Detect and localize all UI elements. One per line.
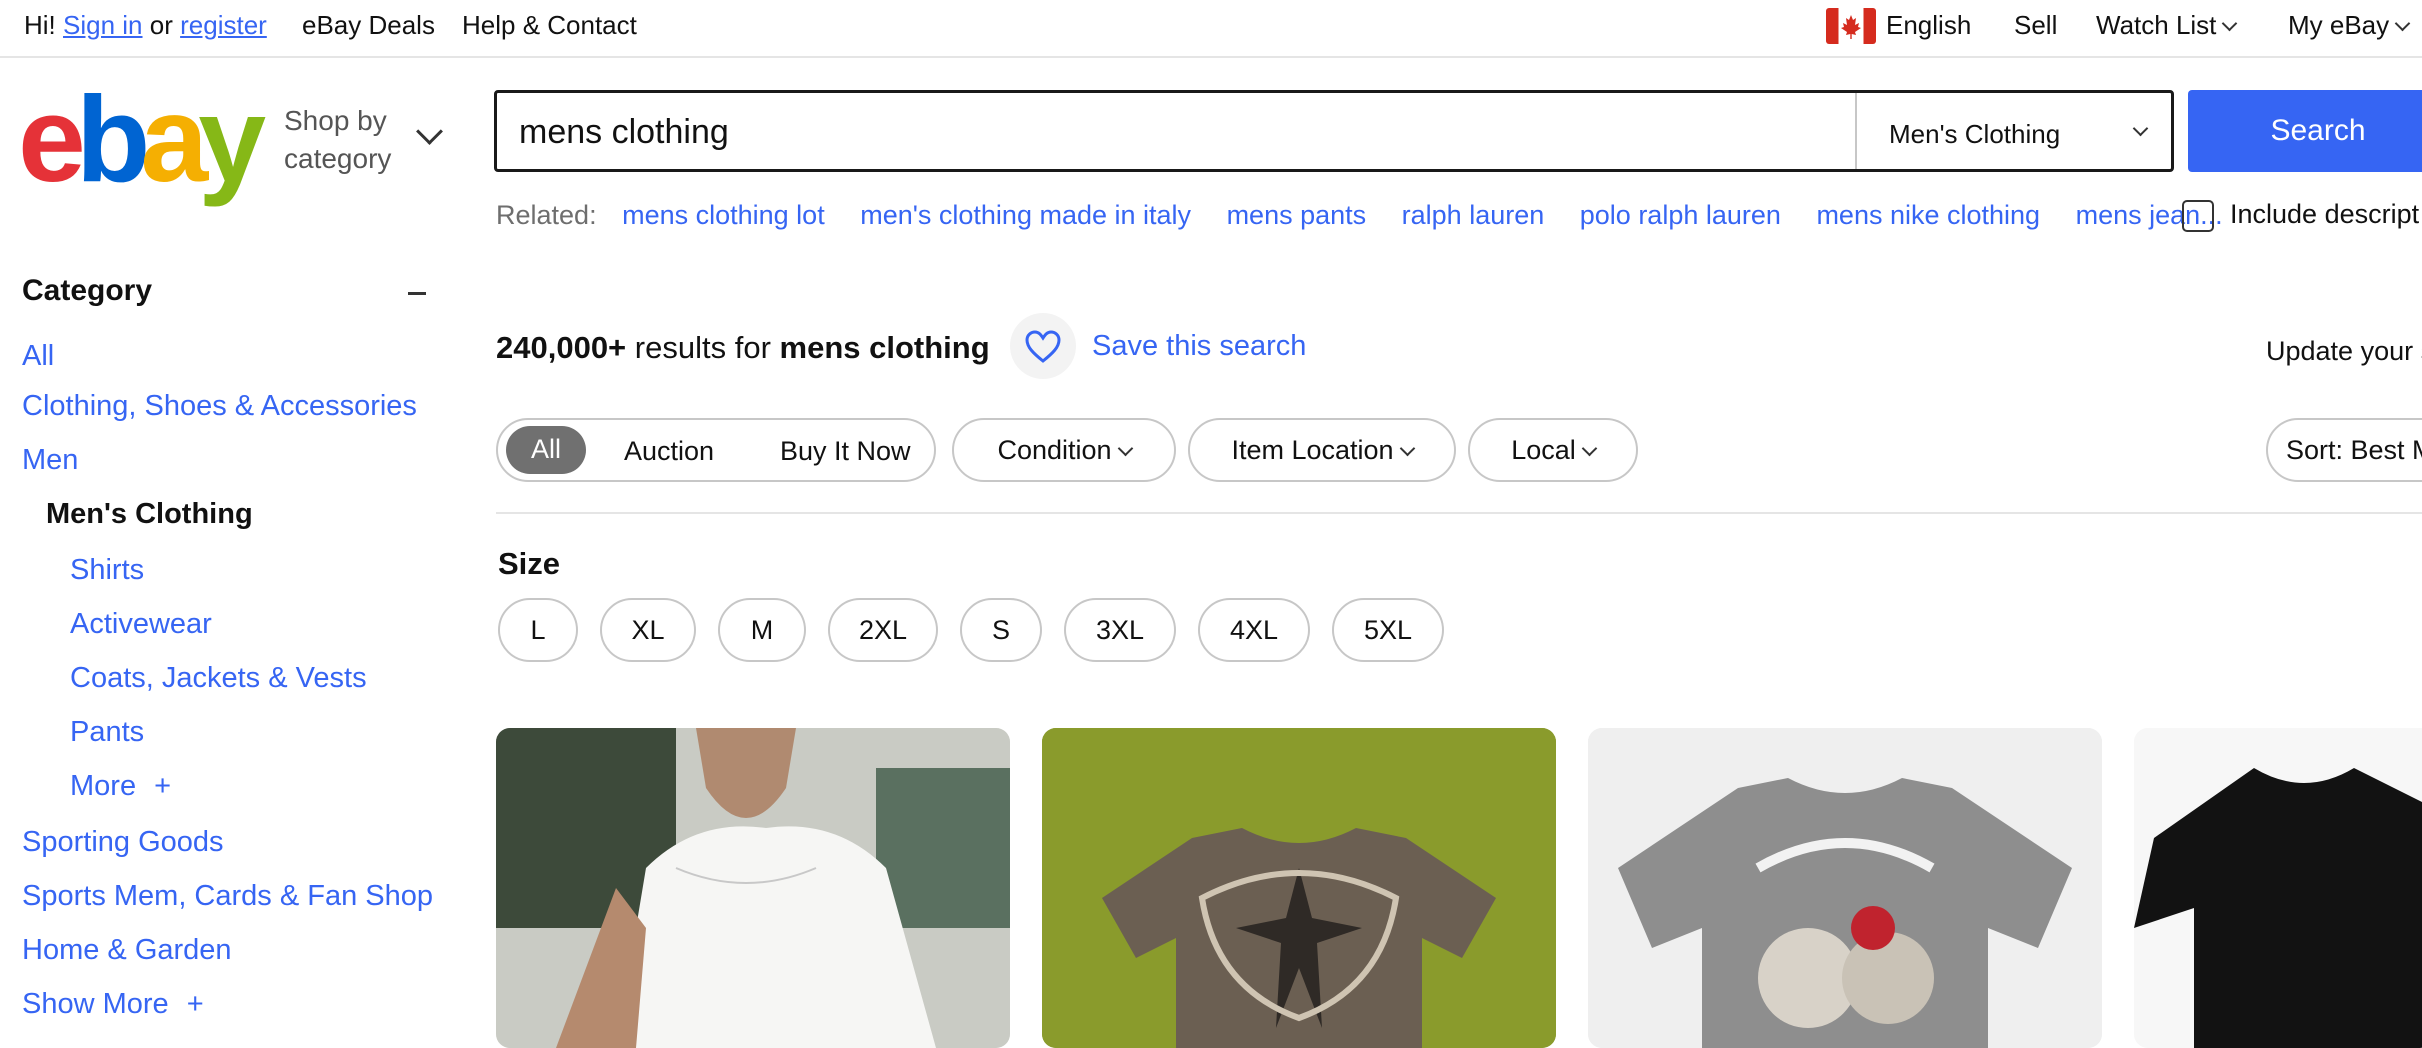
sidebar-item-clothing-shoes-accessories[interactable]: Clothing, Shoes & Accessories <box>22 390 417 423</box>
chevron-down-icon <box>1581 440 1598 457</box>
language-selector[interactable]: English <box>1886 10 1971 41</box>
category-heading: Category <box>22 274 153 307</box>
related-link[interactable]: mens nike clothing <box>1816 200 2040 230</box>
chevron-down-icon[interactable] <box>416 118 443 145</box>
related-link[interactable]: polo ralph lauren <box>1580 200 1781 230</box>
watch-list-menu[interactable]: Watch List <box>2096 10 2238 41</box>
more-label: More <box>70 770 137 802</box>
chevron-down-icon <box>2222 15 2238 32</box>
sell-link[interactable]: Sell <box>2014 10 2057 41</box>
my-ebay-label: My eBay <box>2288 10 2390 40</box>
size-option[interactable]: L <box>498 598 578 662</box>
greeting: Hi! Sign in or register <box>24 10 267 41</box>
filters-divider <box>496 512 2422 514</box>
sign-in-link[interactable]: Sign in <box>63 10 143 40</box>
size-option[interactable]: M <box>718 598 806 662</box>
sidebar-show-more[interactable]: Show More + <box>22 988 204 1021</box>
chevron-down-icon <box>1117 440 1133 457</box>
condition-dropdown[interactable]: Condition <box>952 418 1176 482</box>
sort-dropdown[interactable]: Sort: Best M <box>2266 418 2422 482</box>
help-contact-link[interactable]: Help & Contact <box>462 10 637 41</box>
product-image-sullen-tshirt[interactable] <box>1588 728 2102 1048</box>
logo-letter: b <box>75 71 150 207</box>
category-label: category <box>284 143 392 174</box>
sidebar-item-shirts[interactable]: Shirts <box>70 554 144 587</box>
category-select-value: Men's Clothing <box>1889 119 2061 149</box>
sidebar-item-mens-clothing: Men's Clothing <box>46 498 253 530</box>
related-link[interactable]: mens clothing lot <box>622 200 825 230</box>
result-number: 240,000+ <box>496 330 627 365</box>
sidebar-item-coats-jackets-vests[interactable]: Coats, Jackets & Vests <box>70 662 367 695</box>
related-searches: Related: mens clothing lot men's clothin… <box>496 200 2251 231</box>
related-label: Related: <box>496 200 597 230</box>
logo-letter: e <box>18 71 86 207</box>
shop-by-category-button[interactable]: Shop by category <box>284 102 391 178</box>
sidebar-item-sporting-goods[interactable]: Sporting Goods <box>22 826 224 859</box>
related-link[interactable]: mens pants <box>1227 200 1367 230</box>
size-option[interactable]: S <box>960 598 1042 662</box>
collapse-icon[interactable] <box>408 292 426 295</box>
category-select[interactable]: Men's Clothing <box>1855 93 2171 169</box>
results-count: 240,000+ results for mens clothing <box>496 330 990 366</box>
filter-all[interactable]: All <box>506 426 586 474</box>
search-input[interactable] <box>517 93 1821 171</box>
local-dropdown[interactable]: Local <box>1468 418 1638 482</box>
register-link[interactable]: register <box>180 10 267 40</box>
shop-by-label: Shop by <box>284 105 387 136</box>
filter-auction[interactable]: Auction <box>624 436 714 467</box>
results-for-text: results for <box>634 330 771 365</box>
condition-label: Condition <box>997 435 1112 465</box>
item-location-label: Item Location <box>1231 435 1394 465</box>
logo-letter: y <box>198 71 266 207</box>
include-description-checkbox[interactable] <box>2182 200 2214 232</box>
search-bar: Men's Clothing <box>494 90 2174 172</box>
ebay-logo[interactable]: ebay <box>18 71 266 207</box>
sidebar-item-men[interactable]: Men <box>22 444 78 477</box>
logo-letter: a <box>140 71 208 207</box>
my-ebay-menu[interactable]: My eBay <box>2288 10 2411 41</box>
search-button[interactable]: Search <box>2188 90 2422 172</box>
save-this-search-link[interactable]: Save this search <box>1092 330 1306 363</box>
sidebar-item-home-garden[interactable]: Home & Garden <box>22 934 232 967</box>
size-heading: Size <box>498 546 561 581</box>
size-option[interactable]: 5XL <box>1332 598 1444 662</box>
sidebar-item-more[interactable]: More + <box>70 770 171 803</box>
or-text: or <box>149 10 173 40</box>
size-option[interactable]: XL <box>600 598 696 662</box>
ebay-deals-link[interactable]: eBay Deals <box>302 10 435 41</box>
save-search-heart-button[interactable] <box>1010 313 1076 379</box>
canada-flag-icon <box>1826 8 1876 51</box>
plus-icon: + <box>154 770 172 802</box>
item-location-dropdown[interactable]: Item Location <box>1188 418 1456 482</box>
chevron-down-icon <box>1399 440 1415 457</box>
sidebar-item-pants[interactable]: Pants <box>70 716 144 749</box>
size-option[interactable]: 2XL <box>828 598 938 662</box>
local-label: Local <box>1511 435 1576 465</box>
sidebar-item-sports-mem[interactable]: Sports Mem, Cards & Fan Shop <box>22 880 433 913</box>
related-link[interactable]: ralph lauren <box>1402 200 1545 230</box>
sidebar-item-all[interactable]: All <box>22 340 54 373</box>
results-query: mens clothing <box>779 330 990 365</box>
filter-buy-it-now[interactable]: Buy It Now <box>780 436 911 467</box>
size-option[interactable]: 4XL <box>1198 598 1310 662</box>
include-description-label: Include descript <box>2230 199 2420 229</box>
show-more-label: Show More <box>22 988 169 1020</box>
top-navigation-bar: Hi! Sign in or register eBay Deals Help … <box>0 0 2422 58</box>
chevron-down-icon <box>2132 120 2149 137</box>
plus-icon: + <box>186 988 204 1020</box>
product-image-white-tshirt[interactable] <box>496 728 1010 1048</box>
product-image-black-tshirt[interactable] <box>2134 728 2422 1048</box>
chevron-down-icon <box>2394 15 2411 32</box>
related-link[interactable]: men's clothing made in italy <box>860 200 1191 230</box>
product-image-graphic-tshirt[interactable] <box>1042 728 1556 1048</box>
sidebar-item-activewear[interactable]: Activewear <box>70 608 212 641</box>
greeting-text: Hi! <box>24 10 56 40</box>
watch-list-label: Watch List <box>2096 10 2217 40</box>
update-settings-text[interactable]: Update your s <box>2266 336 2422 367</box>
heart-icon <box>1025 330 1061 363</box>
size-option[interactable]: 3XL <box>1064 598 1176 662</box>
